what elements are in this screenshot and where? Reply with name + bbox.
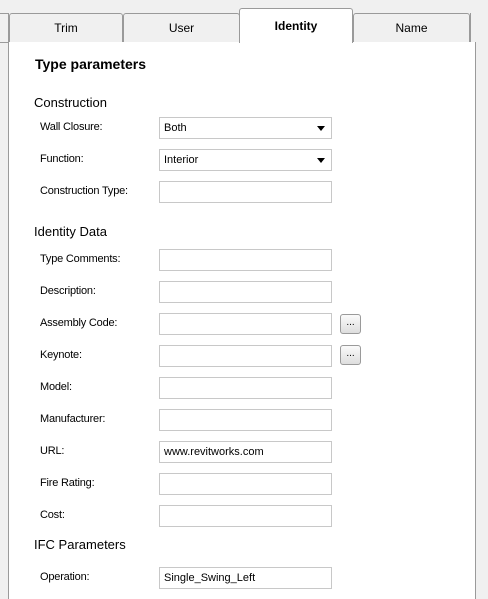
label-type-comments: Type Comments: xyxy=(40,253,121,265)
tab-identity[interactable]: Identity xyxy=(239,8,353,43)
label-manufacturer: Manufacturer: xyxy=(40,413,106,425)
tab-scroll-stub-left xyxy=(0,13,9,43)
manufacturer-field[interactable] xyxy=(159,409,332,431)
tab-scroll-stub-right xyxy=(470,13,478,43)
label-wall-closure: Wall Closure: xyxy=(40,121,103,133)
operation-field[interactable]: Single_Swing_Left xyxy=(159,567,332,589)
chevron-down-icon xyxy=(317,126,325,131)
tab-name[interactable]: Name xyxy=(353,13,470,42)
label-cost: Cost: xyxy=(40,509,65,521)
fire-rating-field[interactable] xyxy=(159,473,332,495)
assembly-code-browse-button[interactable]: ... xyxy=(340,314,361,334)
label-function: Function: xyxy=(40,153,84,165)
group-heading-identity-data: Identity Data xyxy=(34,224,107,239)
function-select[interactable]: Interior xyxy=(159,149,332,171)
description-field[interactable] xyxy=(159,281,332,303)
model-field[interactable] xyxy=(159,377,332,399)
page-title: Type parameters xyxy=(35,56,147,72)
label-construction-type: Construction Type: xyxy=(40,185,128,197)
assembly-code-field[interactable] xyxy=(159,313,332,335)
label-fire-rating: Fire Rating: xyxy=(40,477,95,489)
wall-closure-select[interactable]: Both xyxy=(159,117,332,139)
label-keynote: Keynote: xyxy=(40,349,82,361)
label-url: URL: xyxy=(40,445,65,457)
group-heading-construction: Construction xyxy=(34,95,107,110)
label-description: Description: xyxy=(40,285,96,297)
keynote-field[interactable] xyxy=(159,345,332,367)
keynote-browse-button[interactable]: ... xyxy=(340,345,361,365)
function-value: Interior xyxy=(164,154,199,166)
cost-field[interactable] xyxy=(159,505,332,527)
label-model: Model: xyxy=(40,381,72,393)
wall-closure-value: Both xyxy=(164,122,187,134)
tab-user[interactable]: User xyxy=(123,13,240,42)
type-comments-field[interactable] xyxy=(159,249,332,271)
construction-type-field[interactable] xyxy=(159,181,332,203)
group-heading-ifc-parameters: IFC Parameters xyxy=(34,537,126,552)
tab-trim[interactable]: Trim xyxy=(9,13,123,42)
url-field[interactable]: www.revitworks.com xyxy=(159,441,332,463)
label-operation: Operation: xyxy=(40,571,90,583)
tab-strip: Trim User Identity Name xyxy=(0,0,488,43)
chevron-down-icon xyxy=(317,158,325,163)
label-assembly-code: Assembly Code: xyxy=(40,317,118,329)
